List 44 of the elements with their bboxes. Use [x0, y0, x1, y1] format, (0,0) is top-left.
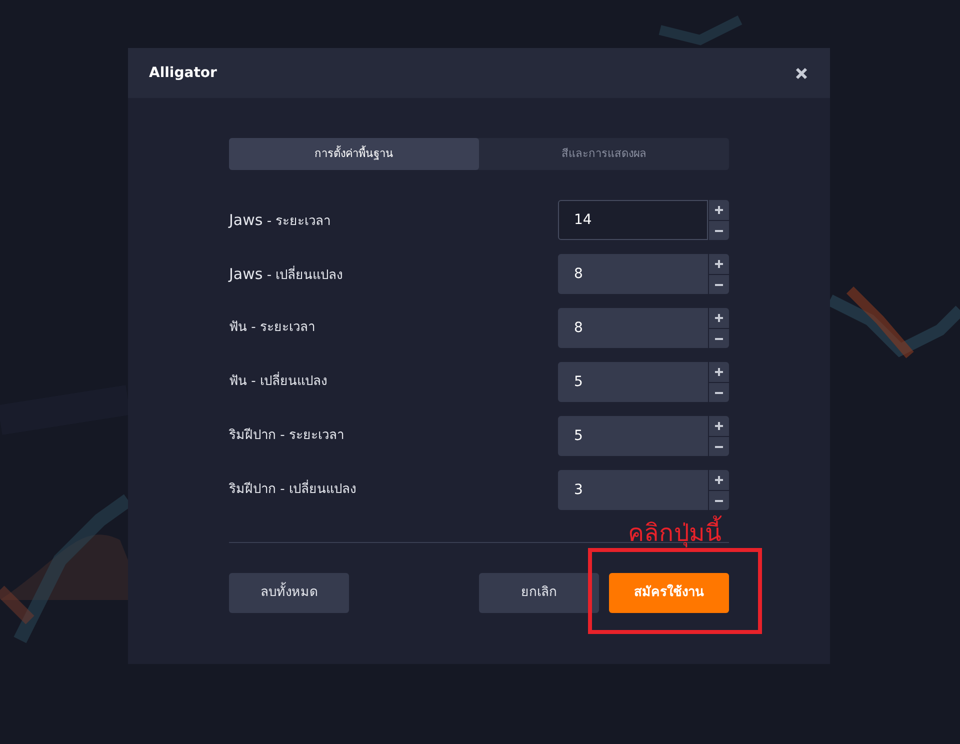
- field-label: Jaws - ระยะเวลา: [229, 210, 331, 231]
- number-field[interactable]: 8: [558, 308, 708, 348]
- number-field[interactable]: 3: [558, 470, 708, 510]
- number-field[interactable]: 8: [558, 254, 708, 294]
- plus-icon: [714, 421, 724, 431]
- decrement-button[interactable]: [709, 491, 729, 510]
- increment-button[interactable]: [709, 200, 729, 220]
- increment-button[interactable]: [709, 362, 729, 382]
- field-label: Jaws - เปลี่ยนแปลง: [229, 264, 343, 285]
- plus-icon: [714, 259, 724, 269]
- decrement-button[interactable]: [709, 221, 729, 240]
- tab[interactable]: การตั้งค่าพื้นฐาน: [229, 138, 479, 170]
- minus-icon: [714, 500, 724, 502]
- close-icon: [794, 66, 808, 80]
- field-label: ฟัน - เปลี่ยนแปลง: [229, 372, 327, 392]
- dialog-title: Alligator: [149, 64, 217, 82]
- minus-icon: [714, 338, 724, 340]
- decrement-button[interactable]: [709, 383, 729, 402]
- plus-icon: [714, 205, 724, 215]
- decrement-button[interactable]: [709, 437, 729, 456]
- increment-button[interactable]: [709, 254, 729, 274]
- cancel-button[interactable]: ยกเลิก: [479, 573, 599, 613]
- minus-icon: [714, 284, 724, 286]
- plus-icon: [714, 367, 724, 377]
- field-label: ริมฝีปาก - ระยะเวลา: [229, 426, 344, 446]
- tab[interactable]: สีและการแสดงผล: [479, 138, 729, 170]
- increment-button[interactable]: [709, 308, 729, 328]
- close-button[interactable]: [793, 65, 809, 81]
- decrement-button[interactable]: [709, 275, 729, 294]
- minus-icon: [714, 392, 724, 394]
- increment-button[interactable]: [709, 416, 729, 436]
- decrement-button[interactable]: [709, 329, 729, 348]
- increment-button[interactable]: [709, 470, 729, 490]
- minus-icon: [714, 230, 724, 232]
- field-label: ริมฝีปาก - เปลี่ยนแปลง: [229, 480, 356, 500]
- number-field[interactable]: 5: [558, 416, 708, 456]
- number-field[interactable]: 14: [558, 200, 708, 240]
- number-field[interactable]: 5: [558, 362, 708, 402]
- minus-icon: [714, 446, 724, 448]
- plus-icon: [714, 475, 724, 485]
- annotation-text: คลิกปุ่มนี้: [628, 516, 721, 550]
- plus-icon: [714, 313, 724, 323]
- field-label: ฟัน - ระยะเวลา: [229, 319, 315, 338]
- clear-all-button[interactable]: ลบทั้งหมด: [229, 573, 349, 613]
